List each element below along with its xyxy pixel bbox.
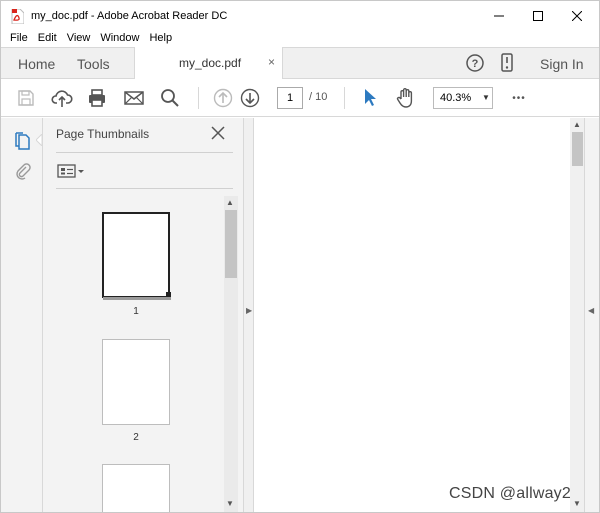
watermark: CSDN @allway2 [449, 485, 571, 502]
toolbar-separator [198, 87, 199, 109]
toolbar: 1 / 10 40.3% ▼ ••• [1, 79, 599, 117]
close-window-button[interactable] [557, 1, 597, 31]
page-thumbnails-icon[interactable] [14, 132, 32, 150]
thumbnail-label: 1 [133, 306, 139, 317]
next-page-button[interactable] [239, 87, 261, 109]
scrollbar-thumb[interactable] [572, 132, 583, 166]
save-icon [18, 90, 34, 106]
thumbnail-page-1[interactable] [102, 212, 170, 298]
active-panel-pointer-icon [36, 134, 42, 146]
save-button[interactable] [15, 87, 37, 109]
search-button[interactable] [159, 87, 181, 109]
menu-window[interactable]: Window [91, 31, 139, 47]
menu-help[interactable]: Help [140, 31, 172, 47]
cursor-arrow-icon [365, 89, 376, 106]
thumbnail-page-2[interactable] [102, 339, 170, 425]
thumbnail-scrollbar[interactable]: ▲ ▼ [224, 196, 238, 512]
select-tool-button[interactable] [359, 87, 381, 109]
mobile-link-icon[interactable] [499, 53, 515, 73]
tab-home[interactable]: Home [18, 56, 55, 72]
thumbnail-selection-shadow [103, 297, 171, 300]
scroll-down-icon[interactable]: ▼ [573, 499, 581, 508]
attachments-icon[interactable] [14, 162, 32, 180]
menu-file[interactable]: File [1, 31, 28, 47]
maximize-icon [533, 11, 543, 21]
svg-text:?: ? [472, 58, 479, 70]
page-total: / 10 [309, 91, 328, 103]
caret-down-icon: ▼ [482, 93, 490, 102]
window-title: my_doc.pdf - Adobe Acrobat Reader DC [31, 10, 228, 22]
upload-button[interactable] [51, 87, 73, 109]
toolbar-separator [344, 87, 345, 109]
thumbnail-label: 2 [133, 432, 139, 443]
acrobat-window: my_doc.pdf - Adobe Acrobat Reader DC Fil… [0, 0, 600, 513]
document-tab-label: my_doc.pdf [179, 56, 242, 70]
thumbnail-options-icon[interactable] [57, 163, 85, 179]
tab-tools[interactable]: Tools [77, 56, 110, 72]
title-bar: my_doc.pdf - Adobe Acrobat Reader DC [1, 1, 599, 31]
hand-tool-button[interactable] [395, 87, 417, 109]
menu-view[interactable]: View [58, 31, 91, 47]
search-icon [161, 89, 179, 107]
page-number-input[interactable]: 1 [277, 87, 303, 109]
thumbnail-list: 1 2 [43, 196, 225, 512]
sign-in-link[interactable]: Sign In [540, 56, 584, 72]
document-view[interactable] [254, 118, 570, 512]
print-icon [89, 89, 105, 107]
zoom-select[interactable]: 40.3% ▼ [433, 87, 493, 109]
scrollbar-thumb[interactable] [225, 210, 237, 278]
tab-document[interactable]: my_doc.pdf × [134, 47, 283, 79]
thumbnail-page-3[interactable] [102, 464, 170, 512]
cloud-upload-icon [51, 90, 73, 107]
collapse-panel-icon[interactable]: ▶ [246, 306, 252, 315]
menu-bar: File Edit View Window Help [1, 31, 599, 47]
document-scrollbar[interactable]: ▲ ▼ [570, 118, 584, 512]
more-tools-button[interactable]: ••• [508, 87, 530, 109]
print-button[interactable] [86, 87, 108, 109]
close-panel-icon[interactable] [211, 126, 225, 140]
envelope-icon [124, 91, 144, 105]
scroll-up-icon[interactable]: ▲ [573, 120, 581, 129]
acrobat-pdf-icon [11, 9, 24, 24]
arrow-up-circle-icon [213, 88, 233, 108]
close-tab-button[interactable]: × [268, 55, 275, 69]
email-button[interactable] [123, 87, 145, 109]
maximize-button[interactable] [518, 1, 558, 31]
page-thumbnails-panel: Page Thumbnails 1 2 ▲ ▼ [43, 118, 243, 512]
minimize-button[interactable] [479, 1, 519, 31]
right-pane-toggle[interactable]: ◀ [584, 118, 599, 512]
close-icon [572, 11, 582, 21]
panel-splitter[interactable]: ▶ [243, 118, 254, 512]
menu-edit[interactable]: Edit [29, 31, 57, 47]
help-icon[interactable]: ? [465, 53, 485, 73]
scroll-down-icon[interactable]: ▼ [226, 499, 234, 508]
zoom-value: 40.3% [440, 92, 472, 104]
previous-page-button[interactable] [212, 87, 234, 109]
panel-divider [56, 188, 233, 189]
navigation-rail [1, 118, 43, 512]
tab-bar: Home Tools my_doc.pdf × ? Sign In [1, 47, 599, 79]
minimize-icon [494, 15, 504, 17]
panel-title: Page Thumbnails [56, 127, 150, 141]
hand-icon [396, 88, 413, 108]
expand-right-pane-icon[interactable]: ◀ [588, 306, 594, 315]
arrow-down-circle-icon [240, 88, 260, 108]
panel-divider [56, 152, 233, 153]
scroll-up-icon[interactable]: ▲ [226, 198, 234, 207]
thumbnail-resize-handle[interactable] [166, 292, 171, 297]
